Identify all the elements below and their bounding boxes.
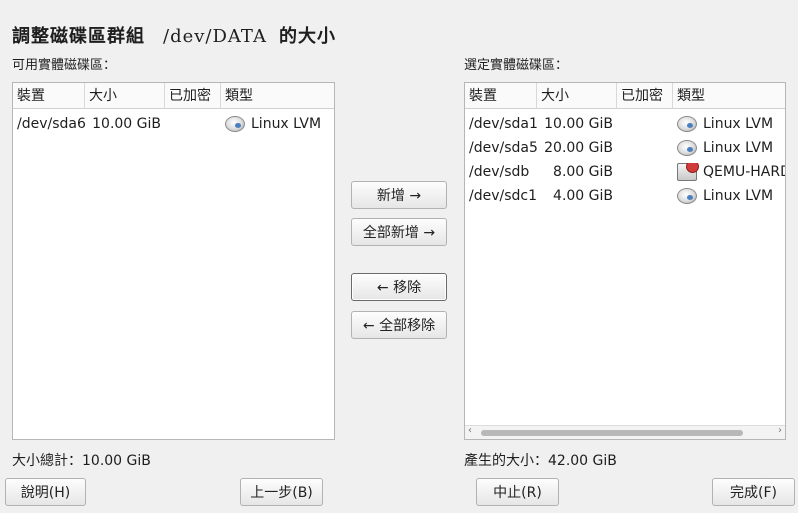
selected-total: 產生的大小：42.00 GiB: [464, 453, 617, 469]
scrollbar-thumb[interactable]: [481, 430, 743, 436]
available-label: 可用實體磁碟區：: [12, 58, 117, 73]
type-cell: Linux LVM: [703, 188, 774, 204]
type-cell: Linux LVM: [251, 116, 322, 132]
device-cell: /dev/sda5: [469, 140, 537, 156]
disk-icon: [225, 116, 245, 132]
horizontal-scrollbar[interactable]: ‹ ›: [465, 425, 785, 439]
available-table-header: 裝置 大小 已加密 類型: [13, 83, 334, 109]
scroll-right-icon[interactable]: ›: [778, 425, 782, 436]
disk-icon: [677, 116, 697, 132]
title-suffix: 的大小: [278, 26, 336, 47]
remove-button[interactable]: ← 移除: [351, 273, 447, 301]
table-row[interactable]: /dev/sdb 8.00 GiB QEMU-HARD: [465, 160, 785, 184]
table-row[interactable]: /dev/sda6 10.00 GiB Linux LVM: [13, 112, 334, 136]
type-cell-wrap: Linux LVM: [673, 140, 785, 156]
column-header-device[interactable]: 裝置: [13, 83, 85, 109]
device-cell: /dev/sdc1: [469, 188, 537, 204]
table-row[interactable]: /dev/sdc1 4.00 GiB Linux LVM: [465, 184, 785, 208]
selected-label: 選定實體磁碟區：: [464, 58, 569, 73]
type-cell: Linux LVM: [703, 140, 774, 156]
remove-all-button[interactable]: ← 全部移除: [351, 311, 447, 339]
available-total: 大小總計：10.00 GiB: [12, 453, 151, 469]
size-cell: 8.00 GiB: [553, 164, 613, 180]
column-header-type[interactable]: 類型: [221, 83, 334, 109]
column-header-type[interactable]: 類型: [673, 83, 785, 109]
type-cell: Linux LVM: [703, 116, 774, 132]
column-header-encrypted[interactable]: 已加密: [165, 83, 221, 109]
size-cell: 4.00 GiB: [553, 188, 613, 204]
device-cell: /dev/sdb: [469, 164, 530, 180]
dialog-title: 調整磁碟區群組/dev/DATA 的大小: [12, 22, 336, 48]
type-cell-wrap: Linux LVM: [221, 116, 334, 132]
disk-icon: [677, 140, 697, 156]
size-cell: 10.00 GiB: [544, 116, 613, 132]
scroll-left-icon[interactable]: ‹: [468, 425, 472, 436]
add-button[interactable]: 新增 →: [351, 181, 447, 209]
abort-button[interactable]: 中止(R): [476, 478, 559, 506]
disk-icon: [677, 188, 697, 204]
type-cell: QEMU-HARD: [703, 164, 785, 180]
back-button[interactable]: 上一步(B): [240, 478, 323, 506]
device-cell: /dev/sda1: [469, 116, 537, 132]
title-path: /dev/DATA: [163, 26, 267, 47]
help-button[interactable]: 說明(H): [5, 478, 86, 506]
size-cell: 20.00 GiB: [544, 140, 613, 156]
title-prefix: 調整磁碟區群組: [12, 26, 145, 47]
column-header-device[interactable]: 裝置: [465, 83, 537, 109]
finish-button[interactable]: 完成(F): [712, 478, 795, 506]
available-table[interactable]: 裝置 大小 已加密 類型 /dev/sda6 10.00 GiB Linux L…: [12, 82, 335, 440]
type-cell-wrap: QEMU-HARD: [673, 163, 785, 181]
add-all-button[interactable]: 全部新增 →: [351, 218, 447, 246]
table-row[interactable]: /dev/sda1 10.00 GiB Linux LVM: [465, 112, 785, 136]
size-cell: 10.00 GiB: [92, 116, 161, 132]
type-cell-wrap: Linux LVM: [673, 116, 785, 132]
selected-table[interactable]: 裝置 大小 已加密 類型 /dev/sda1 10.00 GiB Linux L…: [464, 82, 786, 440]
type-cell-wrap: Linux LVM: [673, 188, 785, 204]
column-header-size[interactable]: 大小: [537, 83, 617, 109]
hard-disk-icon: [677, 163, 699, 181]
device-cell: /dev/sda6: [17, 116, 85, 132]
column-header-size[interactable]: 大小: [85, 83, 165, 109]
column-header-encrypted[interactable]: 已加密: [617, 83, 673, 109]
selected-table-header: 裝置 大小 已加密 類型: [465, 83, 785, 109]
table-row[interactable]: /dev/sda5 20.00 GiB Linux LVM: [465, 136, 785, 160]
